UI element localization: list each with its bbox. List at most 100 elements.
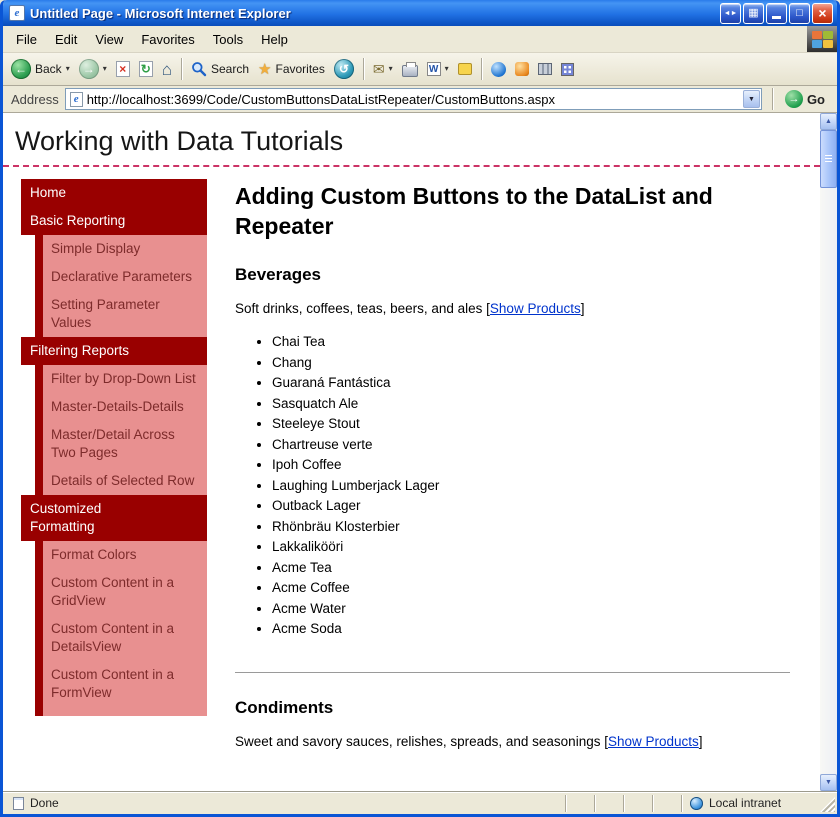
toolbar: ← Back ▾ → ▾ × ↻ ⌂ Search ★ Favorites ↺ … bbox=[3, 53, 837, 86]
menu-item-help[interactable]: Help bbox=[252, 28, 297, 51]
ie-logo-icon: e bbox=[9, 5, 25, 21]
forward-button[interactable]: → ▾ bbox=[75, 56, 111, 82]
sidebar-item-custom-content-in-a-formview[interactable]: Custom Content in a FormView bbox=[35, 661, 207, 707]
sidebar-item-master-details-details[interactable]: Master-Details-Details bbox=[35, 393, 207, 421]
mail-button[interactable]: ✉ ▾ bbox=[369, 59, 397, 79]
vertical-scrollbar[interactable]: ▲ ▼ bbox=[820, 113, 837, 791]
product-list-item: Steeleye Stout bbox=[272, 417, 790, 431]
sidebar-item-declarative-parameters[interactable]: Declarative Parameters bbox=[35, 263, 207, 291]
close-button[interactable]: × bbox=[812, 3, 833, 24]
scrollbar-thumb[interactable] bbox=[820, 130, 837, 188]
research-button[interactable] bbox=[534, 60, 556, 78]
go-button[interactable]: → Go bbox=[783, 88, 833, 110]
go-label: Go bbox=[807, 92, 825, 107]
product-list-item: Chartreuse verte bbox=[272, 438, 790, 452]
show-products-link[interactable]: Show Products bbox=[608, 734, 699, 749]
product-list-item: Laughing Lumberjack Lager bbox=[272, 479, 790, 493]
edit-button[interactable]: W ▾ bbox=[423, 59, 453, 79]
favorites-star-icon: ★ bbox=[258, 62, 271, 77]
address-field[interactable]: e ▼ bbox=[65, 88, 762, 110]
mail-menu-chevron[interactable]: ▾ bbox=[389, 65, 393, 73]
category-title: Condiments bbox=[235, 698, 790, 718]
category-description: Sweet and savory sauces, relishes, sprea… bbox=[235, 733, 790, 750]
edit-word-icon: W bbox=[427, 62, 441, 76]
product-list-item: Outback Lager bbox=[272, 499, 790, 513]
address-input[interactable] bbox=[87, 90, 739, 108]
resize-grip[interactable] bbox=[820, 797, 835, 812]
product-list-item: Chang bbox=[272, 356, 790, 370]
titlebar-window-button[interactable]: ▦ bbox=[743, 3, 764, 24]
refresh-icon: ↻ bbox=[139, 61, 153, 77]
sidebar-section-customized-formatting[interactable]: Customized Formatting bbox=[21, 495, 207, 541]
sidebar-item-format-colors[interactable]: Format Colors bbox=[35, 541, 207, 569]
stop-button[interactable]: × bbox=[112, 58, 134, 80]
back-menu-chevron[interactable]: ▾ bbox=[66, 65, 70, 73]
sidebar-item-clipped[interactable] bbox=[35, 707, 207, 716]
refresh-button[interactable]: ↻ bbox=[135, 58, 157, 80]
scroll-down-button[interactable]: ▼ bbox=[820, 774, 837, 791]
edit-menu-chevron[interactable]: ▾ bbox=[445, 65, 449, 73]
sidebar-nav: HomeBasic ReportingSimple DisplayDeclara… bbox=[21, 179, 207, 716]
page-layout: HomeBasic ReportingSimple DisplayDeclara… bbox=[3, 167, 820, 750]
category-title: Beverages bbox=[235, 265, 790, 285]
show-products-link[interactable]: Show Products bbox=[490, 301, 581, 316]
site-header: Working with Data Tutorials bbox=[3, 113, 820, 167]
back-icon: ← bbox=[11, 59, 31, 79]
security-zone-pane: Local intranet bbox=[682, 792, 820, 814]
scroll-up-button[interactable]: ▲ bbox=[820, 113, 837, 130]
back-button[interactable]: ← Back ▾ bbox=[7, 56, 74, 82]
maximize-button[interactable]: □ bbox=[789, 3, 810, 24]
sidebar-item-details-of-selected-row[interactable]: Details of Selected Row bbox=[35, 467, 207, 495]
webgrid-button[interactable] bbox=[557, 60, 578, 79]
sidebar-item-master-detail-across-two-pages[interactable]: Master/Detail Across Two Pages bbox=[35, 421, 207, 467]
category-description: Soft drinks, coffees, teas, beers, and a… bbox=[235, 300, 790, 317]
menu-item-tools[interactable]: Tools bbox=[204, 28, 252, 51]
home-button[interactable]: ⌂ bbox=[158, 58, 176, 81]
forward-icon: → bbox=[79, 59, 99, 79]
history-button[interactable]: ↺ bbox=[330, 56, 358, 82]
menu-items: FileEditViewFavoritesToolsHelp bbox=[3, 26, 807, 52]
messenger-button[interactable] bbox=[487, 59, 510, 80]
sidebar-item-custom-content-in-a-detailsview[interactable]: Custom Content in a DetailsView bbox=[35, 615, 207, 661]
address-label: Address bbox=[7, 92, 59, 107]
minimize-button[interactable] bbox=[766, 3, 787, 24]
sidebar-item-custom-content-in-a-gridview[interactable]: Custom Content in a GridView bbox=[35, 569, 207, 615]
titlebar-buttons: ◄► ▦ □ × bbox=[720, 3, 833, 24]
titlebar-arrows-button[interactable]: ◄► bbox=[720, 3, 741, 24]
sidebar-item-setting-parameter-values[interactable]: Setting Parameter Values bbox=[35, 291, 207, 337]
sidebar-item-filter-by-drop-down-list[interactable]: Filter by Drop-Down List bbox=[35, 365, 207, 393]
windows-logo bbox=[807, 26, 837, 52]
sidebar-section-filtering-reports[interactable]: Filtering Reports bbox=[21, 337, 207, 365]
section-beverages: Beverages Soft drinks, coffees, teas, be… bbox=[235, 265, 790, 636]
menu-item-edit[interactable]: Edit bbox=[46, 28, 86, 51]
product-list-item: Rhönbräu Klosterbier bbox=[272, 520, 790, 534]
menu-item-file[interactable]: File bbox=[7, 28, 46, 51]
product-list-item: Acme Tea bbox=[272, 561, 790, 575]
page-icon: e bbox=[70, 92, 83, 107]
status-pane bbox=[653, 792, 681, 814]
favorites-button[interactable]: ★ Favorites bbox=[254, 59, 329, 80]
product-list-item: Chai Tea bbox=[272, 335, 790, 349]
sidebar-section-home[interactable]: Home bbox=[21, 179, 207, 207]
menu-item-view[interactable]: View bbox=[86, 28, 132, 51]
discuss-button[interactable] bbox=[454, 60, 476, 78]
messenger-icon bbox=[491, 62, 506, 77]
sidebar-item-simple-display[interactable]: Simple Display bbox=[35, 235, 207, 263]
forward-menu-chevron[interactable]: ▾ bbox=[103, 65, 107, 73]
search-button[interactable]: Search bbox=[187, 58, 253, 80]
sidebar-section-basic-reporting[interactable]: Basic Reporting bbox=[21, 207, 207, 235]
address-dropdown-button[interactable]: ▼ bbox=[743, 90, 760, 108]
launch-button[interactable] bbox=[511, 59, 533, 79]
product-list-item: Guaraná Fantástica bbox=[272, 376, 790, 390]
status-bar: Done Local intranet bbox=[3, 791, 837, 814]
section-divider bbox=[235, 672, 790, 674]
print-button[interactable] bbox=[398, 59, 422, 80]
title-bar[interactable]: e Untitled Page - Microsoft Internet Exp… bbox=[3, 0, 837, 26]
research-icon bbox=[538, 63, 552, 75]
menu-item-favorites[interactable]: Favorites bbox=[132, 28, 203, 51]
page-content: Working with Data Tutorials HomeBasic Re… bbox=[3, 113, 820, 791]
menu-bar: FileEditViewFavoritesToolsHelp bbox=[3, 26, 837, 53]
go-icon: → bbox=[785, 90, 803, 108]
discuss-icon bbox=[458, 63, 472, 75]
home-icon: ⌂ bbox=[162, 61, 172, 78]
